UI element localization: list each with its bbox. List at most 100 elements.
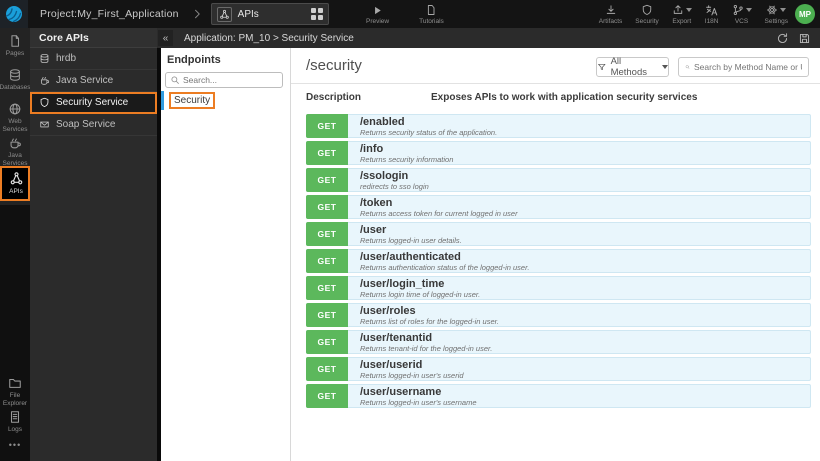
sidebar-item-more[interactable]: ••• [0,440,30,450]
sidebar-item-label: Databases [0,84,31,91]
collapse-panel-button[interactable]: « [158,30,173,46]
artifacts-button[interactable]: Artifacts [599,0,622,28]
endpoint-row-user-userid[interactable]: GET /user/userid Returns logged-in user's… [306,357,811,381]
method-badge-get: GET [306,114,348,138]
i18n-label: I18N [704,17,719,25]
sidebar-item-pages[interactable]: Pages [0,34,30,58]
methods-filter-dropdown[interactable]: All Methods [596,56,669,78]
method-badge-get: GET [306,384,348,408]
export-button[interactable]: Export [672,0,692,28]
endpoint-path: /ssologin [360,170,409,182]
preview-button[interactable]: Preview [366,0,389,28]
settings-label: Settings [764,17,789,25]
service-item-soap-service[interactable]: Soap Service [30,114,157,136]
method-badge-get: GET [306,195,348,219]
folder-icon [8,376,22,390]
sidebar-item-web-services[interactable]: Web Services [0,102,30,133]
endpoint-row-user-login-time[interactable]: GET /user/login_time Returns login time o… [306,276,811,300]
page-icon [8,34,22,48]
main-content: /security All Methods Description Expose… [290,48,820,461]
tab-apis[interactable]: APIs [210,3,329,25]
sidebar-item-label: Web Services [2,118,28,133]
top-bar: Project:My_First_Application APIs Previe… [0,0,820,28]
endpoint-row-user-tenantid[interactable]: GET /user/tenantid Returns tenant-id for … [306,330,811,354]
endpoint-description: redirects to sso login [360,182,429,191]
endpoint-description: Returns logged-in user details. [360,236,462,245]
search-icon [685,62,690,72]
user-avatar[interactable]: MP [795,4,815,24]
chevron-right-icon [191,8,203,20]
sidebar-item-databases[interactable]: Databases [0,68,31,92]
sidebar-item-file-explorer[interactable]: File Explorer [0,376,30,407]
endpoint-row-user-username[interactable]: GET /user/username Returns logged-in user… [306,384,811,408]
method-search[interactable] [678,57,809,77]
sidebar-item-java-services[interactable]: Java Services [0,136,30,167]
endpoint-row-ssologin[interactable]: GET /ssologin redirects to sso login [306,168,811,192]
breadcrumb: Application: PM_10 > Security Service [184,32,354,44]
save-button[interactable] [798,32,811,45]
download-icon [605,4,617,16]
chevron-down-icon [662,65,668,69]
settings-button[interactable]: Settings [764,0,789,28]
methods-filter-label: All Methods [610,56,647,78]
grid-icon[interactable] [311,8,323,20]
sidebar-item-label: APIs [9,188,23,195]
endpoints-search-input[interactable] [183,75,273,85]
endpoint-row-user-roles[interactable]: GET /user/roles Returns list of roles for… [306,303,811,327]
security-label: Security [635,17,659,25]
method-badge-get: GET [306,168,348,192]
app-logo[interactable] [0,0,28,28]
play-icon [371,4,384,17]
endpoint-description: Returns authentication status of the log… [360,263,530,272]
tutorials-label: Tutorials [419,17,444,25]
topbar-center-actions: Preview Tutorials [366,0,444,28]
save-icon [798,32,811,45]
funnel-icon [597,62,607,72]
i18n-button[interactable]: I18N [705,0,719,28]
endpoints-title: Endpoints [167,54,221,66]
service-item-security-service[interactable]: Security Service [30,92,157,114]
vcs-button[interactable]: VCS [732,0,752,28]
endpoint-path: /user/userid [360,359,423,371]
endpoint-description: Returns list of roles for the logged-in … [360,317,499,326]
refresh-button[interactable] [776,32,789,45]
endpoint-description: Returns logged-in user's userid [360,371,464,380]
endpoint-description: Returns security information [360,155,454,164]
endpoint-row-enabled[interactable]: GET /enabled Returns security status of t… [306,114,811,138]
endpoint-row-user[interactable]: GET /user Returns logged-in user details. [306,222,811,246]
endpoint-list-item-security[interactable]: Security [161,91,290,110]
service-item-label: Soap Service [56,119,116,130]
method-badge-get: GET [306,330,348,354]
endpoint-path: /user/roles [360,305,416,317]
security-button[interactable]: Security [635,0,659,28]
endpoint-row-user-authenticated[interactable]: GET /user/authenticated Returns authentic… [306,249,811,273]
endpoint-row-token[interactable]: GET /token Returns access token for curre… [306,195,811,219]
search-icon [170,75,180,85]
description-label: Description [306,92,362,103]
api-icon [216,6,232,22]
method-search-input[interactable] [694,62,802,72]
endpoint-description: Returns logged-in user's username [360,398,477,407]
sidebar-item-apis[interactable]: APIs [0,166,30,201]
core-apis-panel: Core APIs hrdb Java Service Security Ser… [30,28,157,461]
endpoint-description: Returns security status of the applicati… [360,128,498,137]
shield-icon [39,97,50,108]
tutorials-button[interactable]: Tutorials [419,0,444,28]
endpoints-panel: Endpoints Security [161,48,290,461]
endpoint-row-info[interactable]: GET /info Returns security information [306,141,811,165]
tab-apis-label: APIs [237,8,259,20]
api-icon [9,171,24,186]
more-dots-icon: ••• [8,440,22,450]
coffee-icon [8,136,22,150]
endpoints-search[interactable] [165,72,283,88]
service-item-java-service[interactable]: Java Service [30,70,157,92]
coffee-icon [39,75,50,86]
service-item-label: hrdb [56,53,77,64]
service-item-hrdb[interactable]: hrdb [30,48,157,70]
core-apis-header: Core APIs [30,28,157,48]
endpoint-rows: GET /enabled Returns security status of t… [306,114,811,411]
endpoint-description: Returns login time of logged-in user. [360,290,481,299]
main-header: /security All Methods [291,48,820,84]
database-icon [8,68,22,82]
sidebar-item-logs[interactable]: Logs [0,410,30,434]
